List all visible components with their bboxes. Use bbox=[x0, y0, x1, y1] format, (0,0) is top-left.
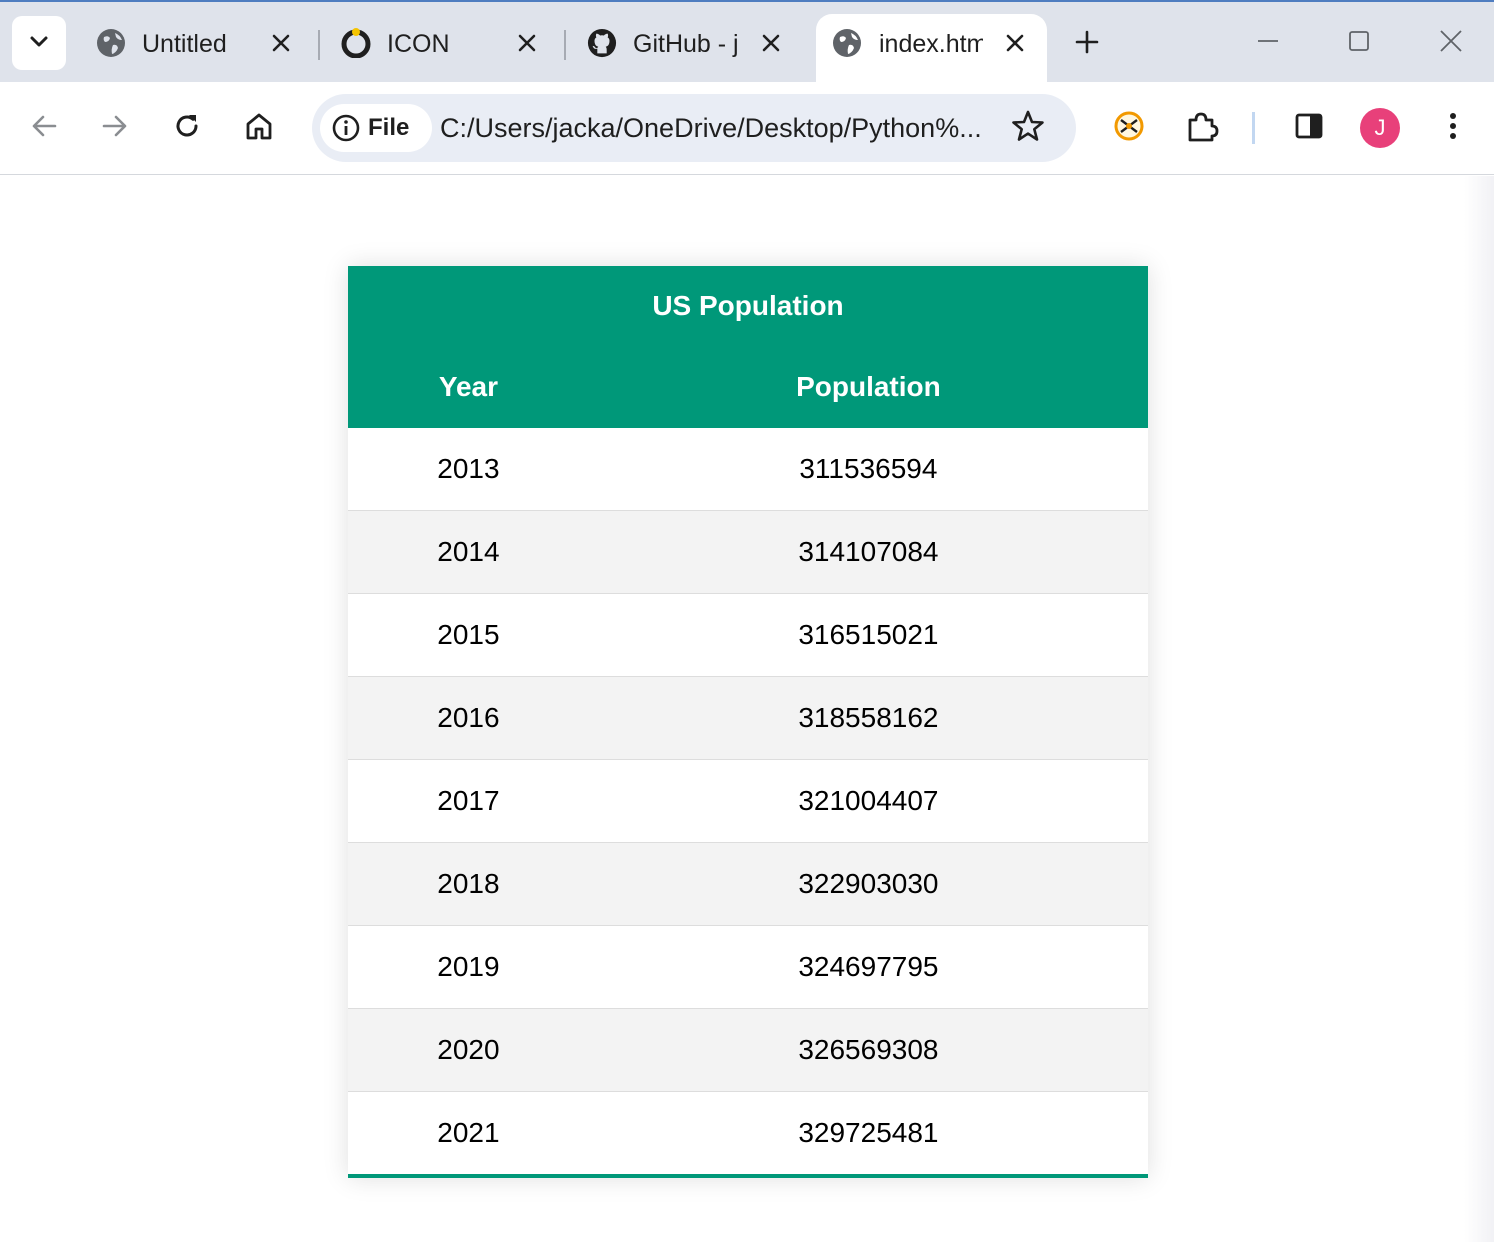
maximize-button[interactable] bbox=[1342, 26, 1376, 60]
home-button[interactable] bbox=[239, 108, 279, 148]
plus-icon bbox=[1075, 30, 1099, 59]
home-icon bbox=[244, 111, 274, 146]
population-cell: 321004407 bbox=[588, 759, 1148, 843]
population-table: US Population Year Population 2013 311536… bbox=[348, 266, 1148, 1178]
extension-logo-icon bbox=[1113, 110, 1145, 147]
population-cell: 314107084 bbox=[588, 510, 1148, 594]
tab-title: ICON bbox=[387, 30, 450, 58]
year-cell: 2020 bbox=[348, 1008, 589, 1092]
star-icon bbox=[1011, 109, 1045, 148]
column-header-year: Year bbox=[348, 346, 589, 428]
table-row: 2017 321004407 bbox=[348, 759, 1148, 843]
year-cell: 2018 bbox=[348, 842, 589, 926]
year-cell: 2019 bbox=[348, 925, 589, 1009]
table-row: 2016 318558162 bbox=[348, 676, 1148, 760]
extension-button[interactable] bbox=[1109, 108, 1149, 148]
github-icon bbox=[587, 28, 617, 58]
puzzle-icon bbox=[1185, 109, 1219, 148]
year-cell: 2015 bbox=[348, 593, 589, 677]
population-cell: 318558162 bbox=[588, 676, 1148, 760]
population-cell: 311536594 bbox=[588, 428, 1148, 511]
close-icon[interactable] bbox=[1000, 28, 1030, 58]
tab-strip: Untitled ICON GitHub - j index.htm bbox=[0, 0, 1494, 84]
close-window-button[interactable] bbox=[1434, 26, 1468, 60]
bookmark-star-button[interactable] bbox=[1010, 110, 1046, 146]
table-row: 2015 316515021 bbox=[348, 593, 1148, 677]
globe-icon bbox=[96, 28, 126, 58]
table-caption: US Population bbox=[348, 266, 1148, 346]
chevron-down-icon bbox=[28, 30, 50, 57]
tab-search-button[interactable] bbox=[12, 16, 66, 70]
maximize-icon bbox=[1347, 29, 1371, 58]
site-info-label: File bbox=[368, 114, 410, 141]
close-icon[interactable] bbox=[756, 28, 786, 58]
year-cell: 2021 bbox=[437, 1117, 500, 1148]
url-text[interactable]: C:/Users/jacka/OneDrive/Desktop/Python%.… bbox=[440, 112, 1010, 144]
side-panel-icon bbox=[1294, 111, 1324, 146]
tab-index-html[interactable]: index.htm bbox=[816, 14, 1047, 84]
tab-title: Untitled bbox=[142, 30, 227, 58]
address-bar[interactable]: File C:/Users/jacka/OneDrive/Desktop/Pyt… bbox=[312, 94, 1076, 162]
toolbar-divider bbox=[1252, 112, 1255, 144]
side-panel-button[interactable] bbox=[1289, 108, 1329, 148]
close-icon[interactable] bbox=[266, 28, 296, 58]
info-icon bbox=[332, 114, 360, 142]
table-header-row: Year Population bbox=[348, 346, 1148, 428]
table-row: 2021 329725481 bbox=[348, 1092, 1148, 1177]
icon-site-favicon bbox=[341, 28, 371, 58]
browser-menu-button[interactable] bbox=[1433, 108, 1473, 148]
tab-divider bbox=[564, 30, 566, 60]
table-row: 2020 326569308 bbox=[348, 1008, 1148, 1092]
close-icon bbox=[1439, 29, 1463, 58]
population-cell: 324697795 bbox=[588, 925, 1148, 1009]
minimize-button[interactable] bbox=[1251, 26, 1285, 60]
globe-icon bbox=[832, 28, 862, 58]
close-icon[interactable] bbox=[512, 28, 542, 58]
more-vert-icon bbox=[1448, 111, 1458, 146]
new-tab-button[interactable] bbox=[1070, 27, 1104, 61]
population-cell: 316515021 bbox=[588, 593, 1148, 677]
year-cell: 2017 bbox=[348, 759, 589, 843]
table-row: 2019 324697795 bbox=[348, 925, 1148, 1009]
reload-button[interactable] bbox=[167, 108, 207, 148]
back-button[interactable] bbox=[24, 108, 64, 148]
forward-button[interactable] bbox=[95, 108, 135, 148]
reload-icon bbox=[173, 112, 201, 145]
year-cell: 2013 bbox=[348, 428, 589, 511]
year-cell: 2016 bbox=[348, 676, 589, 760]
site-info-chip[interactable]: File bbox=[320, 104, 432, 152]
scroll-edge-shade bbox=[1464, 176, 1494, 1242]
profile-avatar[interactable]: J bbox=[1360, 108, 1400, 148]
minimize-icon bbox=[1256, 29, 1280, 58]
population-cell: 329725481 bbox=[798, 1117, 939, 1148]
population-cell: 322903030 bbox=[588, 842, 1148, 926]
tab-title: GitHub - j bbox=[633, 30, 737, 58]
table-row: 2013 311536594 bbox=[348, 428, 1148, 511]
tab-divider bbox=[318, 30, 320, 60]
arrow-right-icon bbox=[101, 112, 129, 145]
table-row: 2018 322903030 bbox=[348, 842, 1148, 926]
population-table-container: US Population Year Population 2013 311536… bbox=[348, 266, 1148, 1178]
year-cell: 2014 bbox=[348, 510, 589, 594]
tab-title: index.htm bbox=[879, 30, 983, 58]
page-viewport: US Population Year Population 2013 311536… bbox=[0, 176, 1494, 1242]
tab-github[interactable]: GitHub - j bbox=[587, 14, 791, 84]
population-cell: 326569308 bbox=[588, 1008, 1148, 1092]
tab-icon[interactable]: ICON bbox=[341, 14, 545, 84]
column-header-population: Population bbox=[588, 346, 1148, 428]
tab-untitled[interactable]: Untitled bbox=[96, 14, 300, 84]
extensions-menu-button[interactable] bbox=[1182, 108, 1222, 148]
arrow-left-icon bbox=[30, 112, 58, 145]
browser-toolbar: File C:/Users/jacka/OneDrive/Desktop/Pyt… bbox=[0, 82, 1494, 175]
table-row: 2014 314107084 bbox=[348, 510, 1148, 594]
